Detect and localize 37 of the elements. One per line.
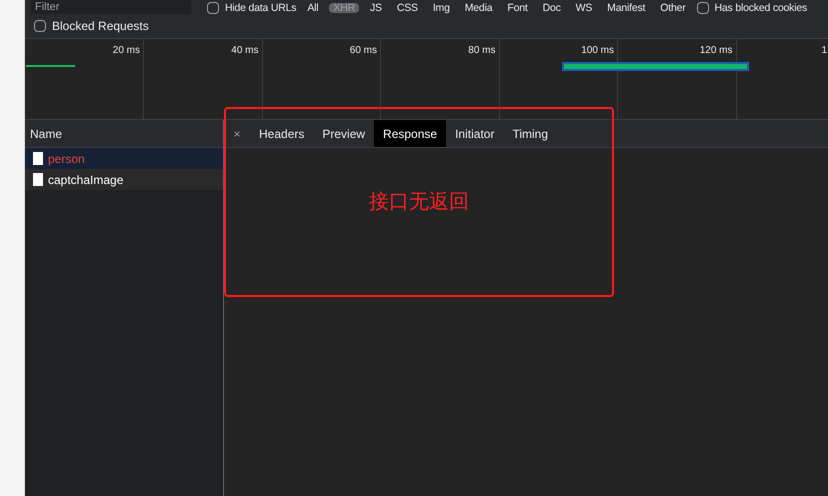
close-button[interactable]: ×: [224, 124, 250, 142]
checkbox-label: Hide data URLs: [225, 2, 296, 14]
time-tick: 80 ms: [468, 44, 496, 58]
detail-tab[interactable]: Timing: [503, 120, 558, 147]
type-filter-tab[interactable]: All: [303, 2, 322, 14]
document-icon: [33, 173, 43, 186]
detail-tab[interactable]: Initiator: [446, 120, 504, 147]
document-icon: [33, 152, 43, 165]
time-tick: 100 ms: [581, 44, 614, 58]
type-filter-tab[interactable]: Media: [460, 2, 496, 14]
name-column-header: Name: [25, 120, 223, 148]
detail-tab[interactable]: Preview: [313, 120, 374, 147]
type-filter-tab[interactable]: WS: [572, 2, 596, 14]
time-tick: 60 ms: [350, 44, 377, 58]
time-tick: 1: [821, 44, 827, 58]
checkbox-label: Has blocked cookies: [714, 2, 808, 14]
time-tick: 40 ms: [231, 44, 258, 58]
time-tick: 120 ms: [700, 44, 732, 58]
request-name: person: [48, 150, 85, 168]
time-tick: 20 ms: [112, 44, 140, 58]
checkbox-label: Blocked Requests: [52, 18, 149, 35]
request-row[interactable]: person: [25, 148, 223, 169]
checkbox-option[interactable]: Blocked Requests: [34, 17, 149, 35]
detail-tab[interactable]: Headers: [250, 120, 314, 147]
type-filter-tab[interactable]: Font: [503, 2, 532, 14]
type-filter-tab[interactable]: JS: [366, 2, 386, 14]
type-filter-tab[interactable]: CSS: [392, 2, 422, 14]
request-name: captchaImage: [48, 172, 124, 188]
checkbox[interactable]: [34, 20, 46, 32]
request-row[interactable]: captchaImage: [25, 169, 223, 190]
type-filter-tab[interactable]: Manifest: [603, 2, 650, 14]
type-filter-tab[interactable]: Img: [428, 2, 454, 14]
annotation-text: 接口无返回: [369, 190, 469, 215]
type-filter-tab[interactable]: Doc: [538, 2, 565, 14]
detail-tab[interactable]: Response: [374, 120, 446, 147]
type-filter-tab[interactable]: Other: [656, 2, 690, 14]
filter-field[interactable]: Filter: [31, 0, 191, 14]
